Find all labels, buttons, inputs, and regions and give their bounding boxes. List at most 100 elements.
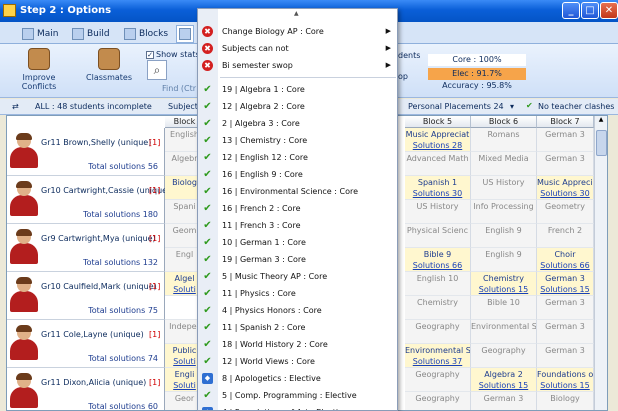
cell-solutions[interactable]: Solutions 30 bbox=[537, 188, 593, 199]
cell-solutions[interactable]: Solutions 15 bbox=[471, 284, 536, 295]
total-solutions[interactable]: Total solutions 60 bbox=[88, 402, 158, 410]
menu-item-subject[interactable]: ✔ 12 | World Views : Core bbox=[198, 353, 397, 370]
schedule-cell[interactable]: Chemistry Solutions 15 bbox=[471, 272, 537, 296]
column-header[interactable]: Block 7 bbox=[537, 116, 594, 128]
schedule-cell[interactable]: Geography bbox=[405, 320, 471, 344]
improve-conflicts-button[interactable]: Improve Conflicts bbox=[6, 48, 72, 92]
schedule-cell[interactable]: German 3 bbox=[537, 320, 594, 344]
cell-solutions[interactable]: Solutions 15 bbox=[537, 284, 593, 295]
schedule-cell[interactable]: Bible 9 Solutions 66 bbox=[405, 248, 471, 272]
menu-item-subject[interactable]: ✔ 11 | Spanish 2 : Core bbox=[198, 319, 397, 336]
subject-filter[interactable]: Subject bbox=[168, 102, 198, 111]
schedule-cell[interactable]: US History bbox=[405, 200, 471, 224]
close-button[interactable]: ✕ bbox=[600, 2, 618, 19]
schedule-cell[interactable]: Spanish 1 Solutions 30 bbox=[405, 176, 471, 200]
schedule-cell[interactable]: US History bbox=[471, 176, 537, 200]
tab-blocks[interactable]: Blocks bbox=[124, 25, 168, 43]
schedule-cell[interactable]: German 3 bbox=[471, 392, 537, 410]
menu-submenu-item[interactable]: ✖ Subjects can not ▶ bbox=[198, 40, 397, 57]
schedule-cell[interactable]: Chemistry bbox=[405, 296, 471, 320]
cell-solutions[interactable]: Solutions 30 bbox=[405, 188, 470, 199]
cell-solutions[interactable]: Solutions 15 bbox=[471, 380, 536, 391]
total-solutions[interactable]: Total solutions 56 bbox=[88, 162, 158, 171]
menu-scroll-up-icon[interactable]: ▲ bbox=[294, 10, 299, 17]
schedule-cell[interactable]: English 10 bbox=[405, 272, 471, 296]
menu-item-subject[interactable]: ◆4 | Foundations of Art : Elective bbox=[198, 404, 397, 410]
classmates-button[interactable]: Classmates bbox=[76, 48, 142, 92]
menu-item-subject[interactable]: ✔ 19 | German 3 : Core bbox=[198, 251, 397, 268]
menu-item-subject[interactable]: ✔ 19 | Algebra 1 : Core bbox=[198, 81, 397, 98]
cell-solutions[interactable]: Solutions 37 bbox=[405, 356, 470, 367]
menu-item-subject[interactable]: ✔ 11 | French 3 : Core bbox=[198, 217, 397, 234]
total-solutions[interactable]: Total solutions 132 bbox=[83, 258, 158, 267]
menu-item-subject[interactable]: ✔ 16 | Environmental Science : Core bbox=[198, 183, 397, 200]
menu-item-subject[interactable]: ✔ 11 | Physics : Core bbox=[198, 285, 397, 302]
tab-build[interactable]: Build bbox=[72, 25, 110, 43]
schedule-cell[interactable]: Romans bbox=[471, 128, 537, 152]
menu-item-subject[interactable]: ◆ 8 | Apologetics : Elective bbox=[198, 370, 397, 387]
total-solutions[interactable]: Total solutions 75 bbox=[88, 306, 158, 315]
search-icon[interactable]: ⌕ bbox=[147, 60, 167, 80]
menu-item-subject[interactable]: ✔ 13 | Chemistry : Core bbox=[198, 132, 397, 149]
schedule-cell[interactable]: Geography bbox=[405, 368, 471, 392]
menu-submenu-item[interactable]: ✖ Change Biology AP : Core ▶ bbox=[198, 23, 397, 40]
incomplete-filter[interactable]: ALL : 48 students incomplete bbox=[35, 102, 152, 111]
schedule-cell[interactable]: French 2 bbox=[537, 224, 594, 248]
schedule-cell[interactable]: Biology bbox=[537, 392, 594, 410]
schedule-cell[interactable]: Choir Solutions 66 bbox=[537, 248, 594, 272]
student-row[interactable]: Gr9 Cartwright,Mya (unique) [1] Total solu… bbox=[7, 224, 165, 272]
menu-item-subject[interactable]: ✔ 16 | French 2 : Core bbox=[198, 200, 397, 217]
schedule-cell[interactable]: Foundations of Solutions 15 bbox=[537, 368, 594, 392]
schedule-cell[interactable]: Music Appreciat Solutions 28 bbox=[405, 128, 471, 152]
schedule-cell[interactable]: English 9 bbox=[471, 224, 537, 248]
cell-solutions[interactable]: Solutions 66 bbox=[537, 260, 593, 271]
schedule-cell[interactable]: Advanced Math bbox=[405, 152, 471, 176]
schedule-cell[interactable]: Environmental S Solutions 37 bbox=[405, 344, 471, 368]
schedule-cell[interactable]: Physical Scienc bbox=[405, 224, 471, 248]
personal-placements-dropdown[interactable]: Personal Placements 24 bbox=[408, 102, 504, 111]
cell-solutions[interactable]: Solutions 15 bbox=[537, 380, 593, 391]
schedule-cell[interactable]: Geography bbox=[405, 392, 471, 410]
schedule-cell[interactable]: Environmental S bbox=[471, 320, 537, 344]
menu-item-subject[interactable]: ✔ 12 | Algebra 2 : Core bbox=[198, 98, 397, 115]
column-header[interactable]: Block 6 bbox=[471, 116, 537, 128]
schedule-cell[interactable]: Mixed Media bbox=[471, 152, 537, 176]
menu-item-subject[interactable]: ✔ 10 | German 1 : Core bbox=[198, 234, 397, 251]
total-solutions[interactable]: Total solutions 180 bbox=[83, 210, 158, 219]
maximize-button[interactable]: □ bbox=[581, 2, 599, 19]
schedule-cell[interactable]: Algebra 2 Solutions 15 bbox=[471, 368, 537, 392]
schedule-cell[interactable]: German 3 bbox=[537, 152, 594, 176]
vertical-scrollbar[interactable]: ▲ bbox=[594, 116, 607, 410]
schedule-cell[interactable]: Info Processing bbox=[471, 200, 537, 224]
schedule-cell[interactable]: German 3 bbox=[537, 296, 594, 320]
schedule-cell[interactable]: Geometry bbox=[537, 200, 594, 224]
menu-item-subject[interactable]: ✔ 2 | Algebra 3 : Core bbox=[198, 115, 397, 132]
column-header[interactable]: Block 5 bbox=[405, 116, 471, 128]
menu-submenu-item[interactable]: ✖ Bi semester swop ▶ bbox=[198, 57, 397, 74]
tab-options[interactable] bbox=[176, 25, 194, 43]
schedule-cell[interactable]: English 9 bbox=[471, 248, 537, 272]
menu-item-subject[interactable]: ✔ 5 | Comp. Programming : Elective bbox=[198, 387, 397, 404]
minimize-button[interactable]: _ bbox=[562, 2, 580, 19]
schedule-cell[interactable]: German 3 bbox=[537, 128, 594, 152]
menu-item-subject[interactable]: ✔ 4 | Physics Honors : Core bbox=[198, 302, 397, 319]
menu-item-subject[interactable]: ✔ 16 | English 9 : Core bbox=[198, 166, 397, 183]
schedule-cell[interactable]: German 3 bbox=[537, 344, 594, 368]
student-row[interactable]: Gr10 Caulfield,Mark (unique) [1] Total sol… bbox=[7, 272, 165, 320]
schedule-cell[interactable]: German 3 Solutions 15 bbox=[537, 272, 594, 296]
student-row[interactable]: Gr10 Cartwright,Cassie (unique) [1] Total … bbox=[7, 176, 170, 224]
cell-solutions[interactable]: Solutions 66 bbox=[405, 260, 470, 271]
schedule-cell[interactable]: Music AppreciatSolutions 30 bbox=[537, 176, 594, 200]
total-solutions[interactable]: Total solutions 74 bbox=[88, 354, 158, 363]
tab-main[interactable]: Main bbox=[22, 25, 59, 43]
schedule-cell[interactable]: Geography bbox=[471, 344, 537, 368]
student-row[interactable]: Gr11 Brown,Shelly (unique) [1] Total solut… bbox=[7, 128, 165, 176]
show-stats-checkbox[interactable]: ✓ Show stats bbox=[146, 50, 200, 59]
menu-item-subject[interactable]: ✔ 5 | Music Theory AP : Core bbox=[198, 268, 397, 285]
scroll-thumb[interactable] bbox=[596, 130, 607, 156]
student-row[interactable]: Gr11 Dixon,Alicia (unique) [1] Total solut… bbox=[7, 368, 165, 410]
menu-item-subject[interactable]: ✔ 12 | English 12 : Core bbox=[198, 149, 397, 166]
schedule-cell[interactable]: Bible 10 bbox=[471, 296, 537, 320]
menu-item-subject[interactable]: ✔ 18 | World History 2 : Core bbox=[198, 336, 397, 353]
student-row[interactable]: Gr11 Cole,Layne (unique) [1] Total solutio… bbox=[7, 320, 165, 368]
